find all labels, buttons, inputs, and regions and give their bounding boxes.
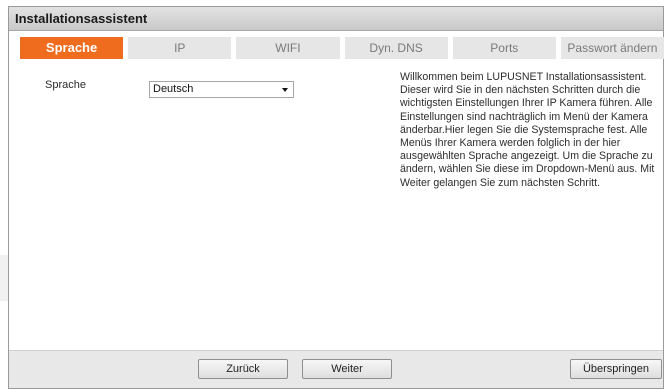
setup-wizard-dialog: Installationsassistent Sprache IP WIFI D… (8, 6, 665, 389)
language-select-value: Deutsch (153, 83, 194, 95)
tab-passwort-aendern[interactable]: Passwort ändern (560, 37, 665, 59)
dialog-footer: Zurück Weiter Überspringen (9, 350, 663, 388)
tab-ports[interactable]: Ports (452, 37, 556, 59)
dropdown-caret-icon (282, 88, 288, 92)
dialog-title: Installationsassistent (9, 7, 663, 31)
back-button[interactable]: Zurück (198, 359, 288, 379)
tab-wifi[interactable]: WIFI (236, 37, 340, 59)
info-text: Willkommen beim LUPUSNET Installationsas… (400, 71, 655, 189)
language-select[interactable]: Deutsch (149, 81, 294, 98)
tab-ip[interactable]: IP (128, 37, 232, 59)
page-edge-shade (0, 255, 8, 301)
tab-dyn-dns[interactable]: Dyn. DNS (344, 37, 448, 59)
language-label: Sprache (45, 79, 86, 91)
tab-sprache[interactable]: Sprache (20, 37, 124, 59)
wizard-tabs: Sprache IP WIFI Dyn. DNS Ports Passwort … (20, 37, 665, 59)
skip-button[interactable]: Überspringen (570, 359, 662, 379)
next-button[interactable]: Weiter (302, 359, 392, 379)
